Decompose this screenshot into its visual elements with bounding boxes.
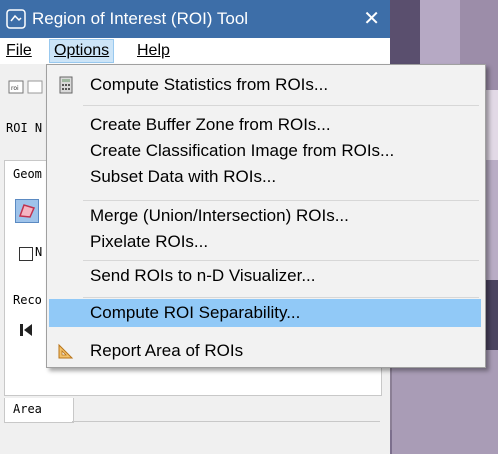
menu-item-create-buffer-zone[interactable]: Create Buffer Zone from ROIs... <box>49 111 481 139</box>
go-to-start-icon[interactable] <box>17 321 37 339</box>
checkbox[interactable] <box>19 247 33 261</box>
menu-bar: File Options Help <box>0 38 390 64</box>
geometry-label: Geom <box>13 167 42 181</box>
svg-text:roi: roi <box>11 85 19 92</box>
tab-area[interactable]: Area <box>4 398 74 423</box>
close-icon[interactable]: ✕ <box>363 6 380 30</box>
menu-separator <box>83 260 479 261</box>
triangle-ruler-icon <box>58 343 74 359</box>
menu-separator <box>83 105 479 106</box>
menu-item-create-classification-image[interactable]: Create Classification Image from ROIs... <box>49 137 481 165</box>
menu-separator <box>83 297 479 298</box>
menu-separator <box>83 200 479 201</box>
menu-item-subset-data[interactable]: Subset Data with ROIs... <box>49 163 481 191</box>
divider <box>72 421 380 422</box>
record-label: Reco <box>13 293 42 307</box>
menu-options[interactable]: Options <box>49 39 115 63</box>
polygon-tool-button[interactable] <box>15 199 39 223</box>
calculator-icon <box>59 76 73 94</box>
menu-item-merge-rois[interactable]: Merge (Union/Intersection) ROIs... <box>49 202 481 230</box>
options-menu-dropdown: Compute Statistics from ROIs... Create B… <box>46 64 486 368</box>
title-bar: Region of Interest (ROI) Tool ✕ <box>0 0 390 38</box>
menu-help[interactable]: Help <box>133 40 174 62</box>
menu-item-compute-statistics[interactable]: Compute Statistics from ROIs... <box>49 71 481 99</box>
menu-file[interactable]: File <box>2 40 36 62</box>
menu-item-send-to-nd-visualizer[interactable]: Send ROIs to n-D Visualizer... <box>49 262 481 290</box>
polygon-icon <box>18 204 36 218</box>
menu-item-pixelate-rois[interactable]: Pixelate ROIs... <box>49 228 481 256</box>
window-title: Region of Interest (ROI) Tool <box>32 9 249 28</box>
app-icon <box>6 9 26 29</box>
roi-name-label: ROI N <box>6 121 43 135</box>
menu-item-compute-roi-separability[interactable]: Compute ROI Separability... <box>49 299 481 327</box>
checkbox-label: N <box>35 245 43 259</box>
roi-toolbar-icons[interactable]: roi <box>8 78 48 96</box>
menu-item-report-area[interactable]: Report Area of ROIs <box>49 337 481 365</box>
tab-area-label: Area <box>13 402 42 416</box>
